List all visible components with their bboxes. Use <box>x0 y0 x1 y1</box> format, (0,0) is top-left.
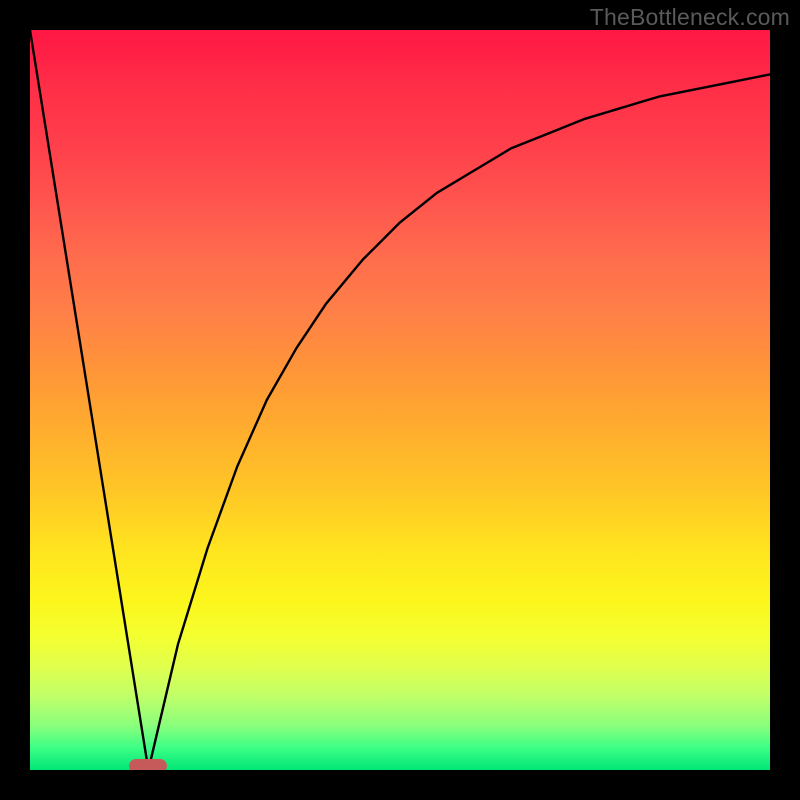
watermark-text: TheBottleneck.com <box>590 4 790 31</box>
optimal-point-marker <box>129 759 167 770</box>
curve-layer <box>30 30 770 770</box>
chart-frame: TheBottleneck.com <box>0 0 800 800</box>
bottleneck-curve <box>30 30 770 770</box>
plot-area <box>30 30 770 770</box>
